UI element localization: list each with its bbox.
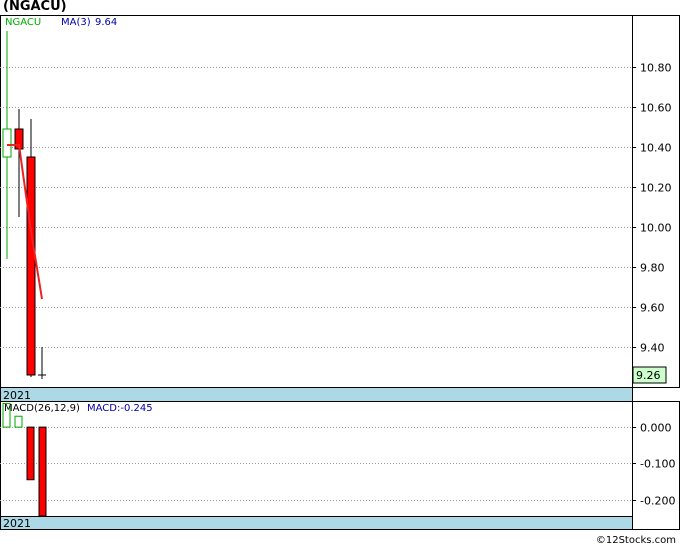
- macd-panel: 0.000 -0.100 -0.200 MACD(26,12,9) MACD:-0.24…: [0, 401, 680, 530]
- last-price-label: 9.26: [636, 369, 661, 382]
- price-tick-label: 10.60: [640, 102, 672, 115]
- price-year-bar: [0, 387, 633, 402]
- candle-body: [26, 156, 36, 376]
- legend-symbol: NGACU: [5, 17, 41, 28]
- candle-body: [2, 128, 12, 158]
- chart-canvas: 10.80 10.60 10.40 10.20 10.00 9.80 9.60 9.40 NGA…: [0, 15, 680, 530]
- ma-line: [7, 144, 43, 300]
- macd-bar: [14, 415, 23, 428]
- macd-tick-label: -0.100: [640, 458, 675, 471]
- price-tick-label: 10.20: [640, 182, 672, 195]
- price-tick-label: 9.40: [640, 342, 665, 355]
- legend-ma-value: 9.64: [95, 17, 117, 28]
- price-year-label: 2021: [3, 389, 31, 402]
- copyright-footer: ©12Stocks.com: [595, 535, 676, 546]
- macd-tick-label: 0.000: [640, 422, 672, 435]
- macd-legend-label: MACD(26,12,9): [4, 403, 80, 414]
- price-tick-label: 9.60: [640, 302, 665, 315]
- macd-bar: [38, 426, 47, 517]
- macd-year-bar: [0, 516, 633, 530]
- price-tick-label: 10.00: [640, 222, 672, 235]
- macd-bar: [26, 426, 35, 481]
- price-panel: 10.80 10.60 10.40 10.20 10.00 9.80 9.60 9.40 NGA…: [0, 15, 680, 402]
- macd-legend-value: MACD:-0.245: [87, 403, 153, 414]
- legend-ma-label: MA(3): [61, 17, 91, 28]
- price-tick-label: 10.40: [640, 142, 672, 155]
- macd-year-label: 2021: [3, 517, 31, 530]
- macd-panel-frame: [0, 401, 680, 530]
- macd-tick-label: -0.200: [640, 495, 675, 508]
- price-panel-frame: [0, 15, 680, 388]
- price-tick-label: 10.80: [640, 62, 672, 75]
- price-tick-label: 9.80: [640, 262, 665, 275]
